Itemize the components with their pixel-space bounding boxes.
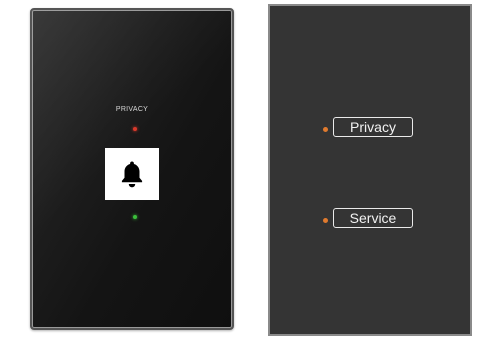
service-indicator-dot — [323, 218, 328, 223]
bell-icon — [121, 161, 143, 188]
privacy-caption: PRIVACY — [115, 106, 149, 113]
bell-button[interactable] — [105, 148, 159, 200]
legend-panel: Privacy Service — [268, 4, 472, 336]
privacy-indicator-dot — [323, 127, 328, 132]
service-led — [133, 215, 137, 219]
privacy-label: Privacy — [333, 117, 413, 137]
service-label: Service — [333, 208, 413, 228]
doorbell-panel: PRIVACY — [30, 8, 234, 330]
privacy-led — [133, 127, 137, 131]
